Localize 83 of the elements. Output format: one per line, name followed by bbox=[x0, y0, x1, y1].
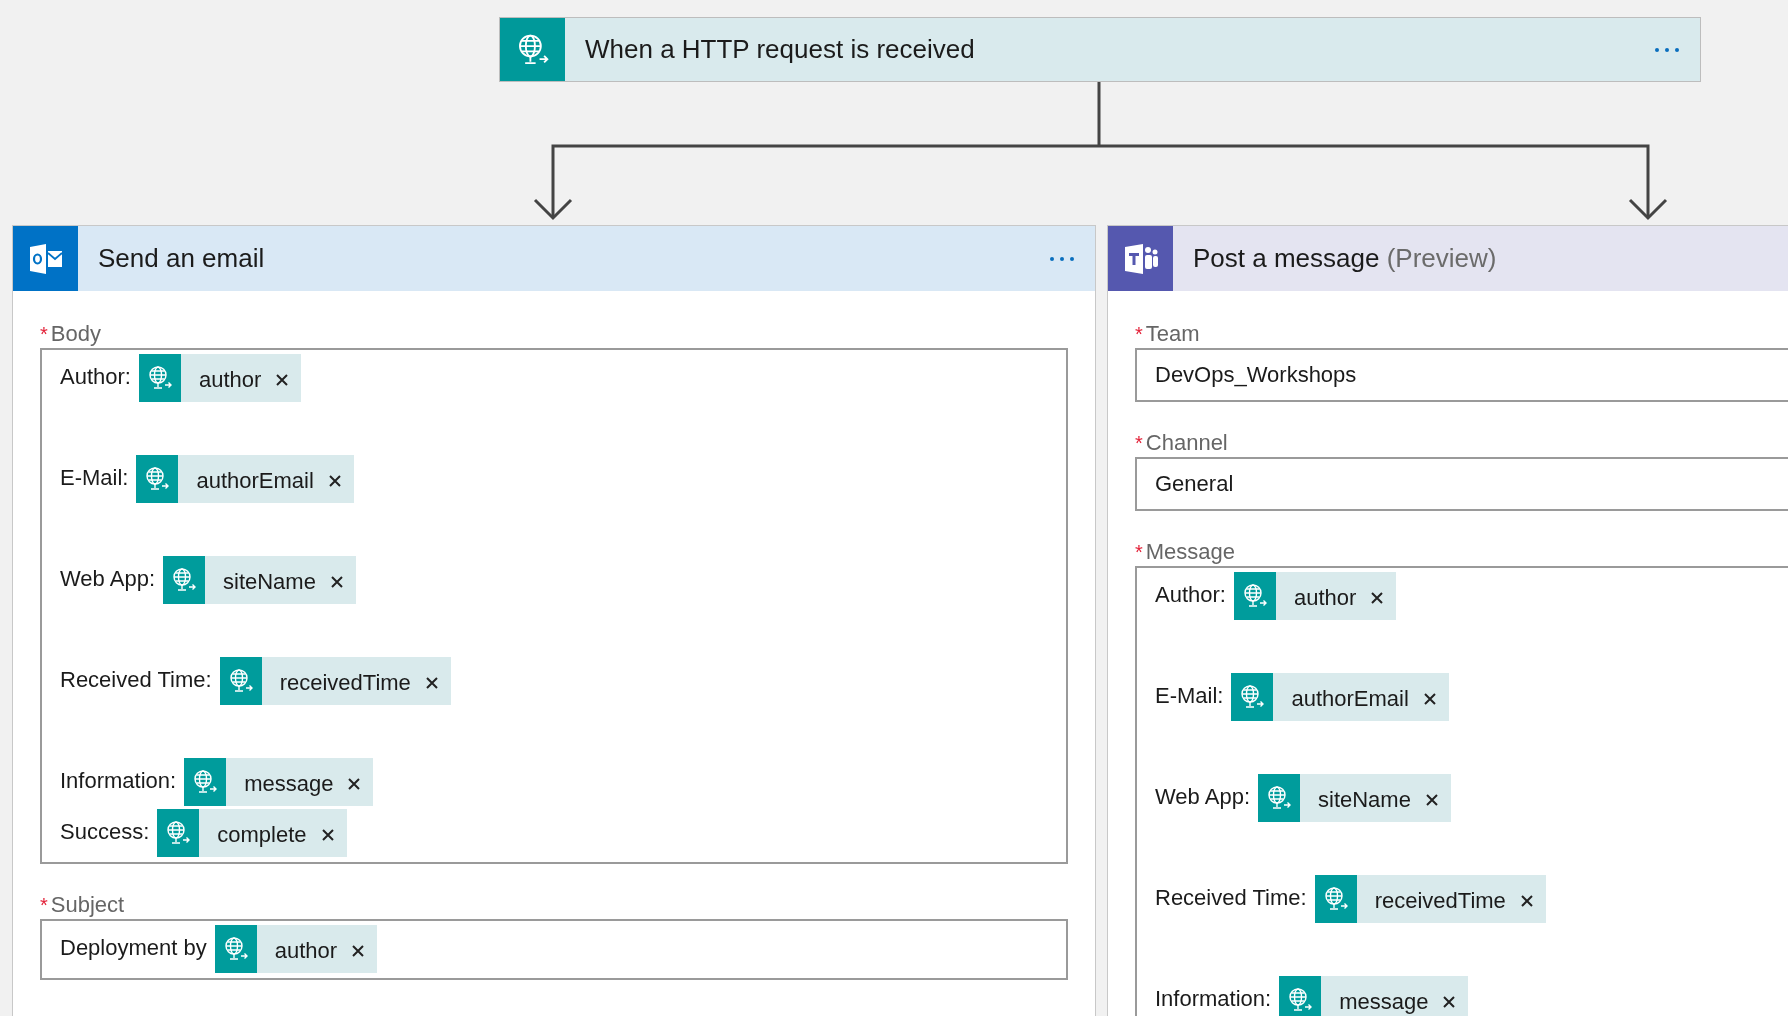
close-icon[interactable] bbox=[327, 474, 342, 488]
globe-icon bbox=[171, 567, 197, 593]
required-mark: * bbox=[40, 893, 48, 918]
token-chip[interactable]: authorEmail bbox=[1231, 673, 1449, 721]
line-label: Web App: bbox=[60, 566, 155, 592]
card-title: Send an email bbox=[98, 243, 265, 274]
globe-icon bbox=[144, 466, 171, 492]
input-field[interactable]: Author: author E-Mail: authorEmail Web App: siteName Received Time: receivedTime Information: message Success: complete bbox=[40, 348, 1068, 864]
token-chip[interactable]: siteName bbox=[163, 556, 356, 604]
line-label: Received Time: bbox=[1155, 885, 1307, 911]
line-label: Deployment by bbox=[60, 935, 207, 961]
token-label: author bbox=[1292, 584, 1358, 611]
more-icon[interactable] bbox=[1654, 46, 1680, 53]
line-label: Received Time: bbox=[60, 667, 212, 693]
globe-icon bbox=[1266, 785, 1292, 811]
token-chip[interactable]: siteName bbox=[1258, 774, 1451, 822]
close-icon[interactable] bbox=[1370, 591, 1385, 605]
token-chip[interactable]: message bbox=[1279, 976, 1469, 1016]
input-field[interactable]: Deployment by author bbox=[40, 919, 1068, 980]
globe-icon bbox=[222, 936, 249, 962]
line-label: Author: bbox=[1155, 582, 1226, 608]
field-label: Body bbox=[50, 320, 101, 348]
token-label: siteName bbox=[222, 568, 317, 595]
token-label: author bbox=[197, 366, 263, 393]
close-icon[interactable] bbox=[347, 777, 362, 791]
field-label: Team bbox=[1145, 320, 1200, 348]
token-chip[interactable]: authorEmail bbox=[136, 455, 354, 503]
required-mark: * bbox=[1135, 540, 1143, 565]
line-label: Web App: bbox=[1155, 784, 1250, 810]
field-label: Message bbox=[1145, 538, 1236, 566]
token-chip[interactable]: receivedTime bbox=[1314, 875, 1546, 923]
input-field[interactable]: Author: author E-Mail: authorEmail Web App: siteName Received Time: receivedTime Information: message bbox=[1135, 566, 1788, 1016]
card-title: Post a message (Preview) bbox=[1193, 243, 1497, 274]
globe-icon bbox=[192, 769, 219, 795]
line-label: E-Mail: bbox=[1155, 683, 1224, 709]
line-label: E-Mail: bbox=[60, 465, 129, 491]
token-label: complete bbox=[216, 821, 308, 848]
token-label: receivedTime bbox=[278, 669, 412, 696]
token-label: siteName bbox=[1317, 786, 1412, 813]
token-label: message bbox=[1338, 988, 1430, 1015]
card-header[interactable]: Post a message (Preview) bbox=[1108, 226, 1788, 291]
trigger-card[interactable]: When a HTTP request is received bbox=[499, 17, 1701, 82]
input-field[interactable]: DevOps_Workshops bbox=[1135, 348, 1788, 402]
token-chip[interactable]: receivedTime bbox=[219, 657, 451, 705]
required-mark: * bbox=[1135, 431, 1143, 456]
line-label: Success: bbox=[60, 819, 150, 845]
line-label: Author: bbox=[60, 364, 131, 390]
token-label: author bbox=[273, 937, 339, 964]
required-mark: * bbox=[40, 322, 48, 347]
required-mark: * bbox=[1135, 322, 1143, 347]
token-chip[interactable]: message bbox=[184, 758, 374, 806]
close-icon[interactable] bbox=[1424, 793, 1439, 807]
globe-icon bbox=[146, 365, 173, 391]
card-title: When a HTTP request is received bbox=[585, 34, 975, 65]
close-icon[interactable] bbox=[320, 828, 335, 842]
close-icon[interactable] bbox=[424, 676, 439, 690]
close-icon[interactable] bbox=[275, 373, 290, 387]
globe-icon bbox=[1239, 684, 1266, 710]
field-label: Subject bbox=[50, 891, 125, 919]
field-label: Channel bbox=[1145, 429, 1228, 457]
line-label: Information: bbox=[1155, 986, 1272, 1012]
token-chip[interactable]: author bbox=[214, 925, 378, 973]
token-label: authorEmail bbox=[1290, 685, 1410, 712]
globe-icon bbox=[227, 668, 254, 694]
more-icon[interactable] bbox=[1049, 255, 1075, 262]
globe-icon bbox=[1287, 987, 1314, 1013]
line-label: Information: bbox=[60, 768, 177, 794]
token-label: receivedTime bbox=[1373, 887, 1507, 914]
token-chip[interactable]: complete bbox=[157, 809, 347, 857]
input-field[interactable]: General bbox=[1135, 457, 1788, 511]
close-icon[interactable] bbox=[1519, 894, 1534, 908]
token-label: message bbox=[243, 770, 335, 797]
close-icon[interactable] bbox=[1442, 995, 1457, 1009]
token-label: authorEmail bbox=[195, 467, 315, 494]
close-icon[interactable] bbox=[1422, 692, 1437, 706]
token-chip[interactable]: author bbox=[1233, 572, 1397, 620]
card-header[interactable]: Send an email bbox=[13, 226, 1095, 291]
globe-icon bbox=[1241, 583, 1268, 609]
globe-icon bbox=[165, 820, 192, 846]
close-icon[interactable] bbox=[351, 944, 366, 958]
close-icon[interactable] bbox=[329, 575, 344, 589]
globe-icon bbox=[1322, 886, 1349, 912]
token-chip[interactable]: author bbox=[138, 354, 302, 402]
